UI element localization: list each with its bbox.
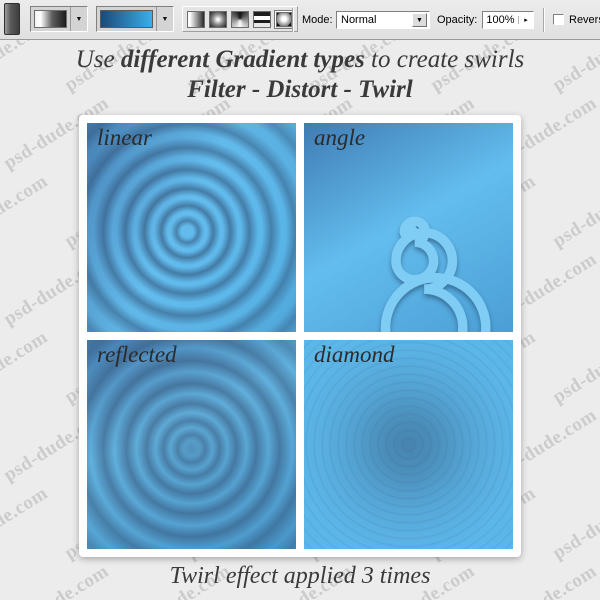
- panel-linear: linear: [87, 123, 296, 332]
- watermark-text: psd-dude.com: [549, 170, 600, 252]
- panel-label-angle: angle: [314, 125, 366, 150]
- reflected-vignette: [87, 340, 296, 549]
- radial-gradient-icon: [209, 10, 227, 28]
- angle-gradient-icon: [231, 10, 249, 28]
- blend-mode-chevron-down-icon[interactable]: ▼: [412, 13, 427, 27]
- reflected-gradient-icon: [253, 10, 271, 28]
- title-part2: to create swirls: [364, 46, 525, 73]
- gradient-type-angle-button[interactable]: [230, 10, 250, 29]
- panel-label-linear: linear: [97, 125, 152, 150]
- opacity-value: 100%: [486, 14, 515, 26]
- gradient-preview-picker[interactable]: ▼: [96, 6, 174, 32]
- gradient-type-button-group: [182, 6, 298, 32]
- page-title: Use different Gradient types to create s…: [0, 46, 600, 74]
- chevron-down-icon[interactable]: ▼: [70, 7, 87, 31]
- reverse-checkbox[interactable]: [553, 14, 564, 25]
- figure-caption: Twirl effect applied 3 times: [169, 563, 431, 589]
- watermark-text: psd-dude.com: [549, 482, 600, 564]
- title-part1: Use: [75, 46, 121, 73]
- toolbar-separator-1: [292, 8, 294, 32]
- title-emphasis: different Gradient types: [120, 46, 365, 73]
- opacity-label: Opacity:: [437, 14, 478, 26]
- reverse-label: Reverse: [569, 14, 600, 26]
- toolbar-drag-handle[interactable]: [4, 3, 20, 35]
- blend-mode-select[interactable]: Normal ▼: [336, 11, 430, 29]
- panel-label-diamond: diamond: [314, 342, 395, 367]
- panel-diamond: diamond: [304, 340, 513, 549]
- watermark-text: psd-dude.com: [549, 326, 600, 408]
- watermark-text: psd-dude.com: [0, 170, 52, 252]
- gradient-chevron-down-icon[interactable]: ▼: [156, 7, 173, 31]
- panel-reflected: reflected: [87, 340, 296, 549]
- blend-mode-value: Normal: [341, 14, 377, 26]
- gradient-type-radial-button[interactable]: [208, 10, 228, 29]
- watermark-text: psd-dude.com: [0, 326, 52, 408]
- gradient-preset-picker[interactable]: ▼: [30, 6, 88, 32]
- page-subtitle: Filter - Distort - Twirl: [187, 76, 413, 103]
- gradient-preset-thumbnail: [34, 10, 67, 28]
- gradient-type-diamond-button[interactable]: [274, 9, 294, 29]
- gradient-type-reflected-button[interactable]: [252, 10, 272, 29]
- gradient-preview[interactable]: [100, 10, 153, 28]
- gradient-tool-options-bar: ▼ ▼ Mode: Normal ▼ Opacity: 100% ▸ Rever: [0, 0, 600, 40]
- toolbar-separator-2: [543, 8, 545, 32]
- gradient-type-linear-button[interactable]: [186, 10, 206, 29]
- angle-swirl-artwork: [304, 123, 513, 332]
- diamond-swirl-artwork: [304, 340, 513, 549]
- opacity-input[interactable]: 100% ▸: [482, 11, 534, 29]
- panel-angle: angle: [304, 123, 513, 332]
- diamond-gradient-icon: [276, 11, 292, 27]
- mode-label: Mode:: [302, 14, 333, 26]
- linear-vignette: [87, 123, 296, 332]
- linear-gradient-icon: [187, 10, 205, 28]
- watermark-text: psd-dude.com: [0, 482, 52, 564]
- panel-label-reflected: reflected: [97, 342, 177, 367]
- opacity-stepper-icon[interactable]: ▸: [518, 16, 533, 24]
- examples-frame: linear angle reflected diamond: [79, 115, 521, 557]
